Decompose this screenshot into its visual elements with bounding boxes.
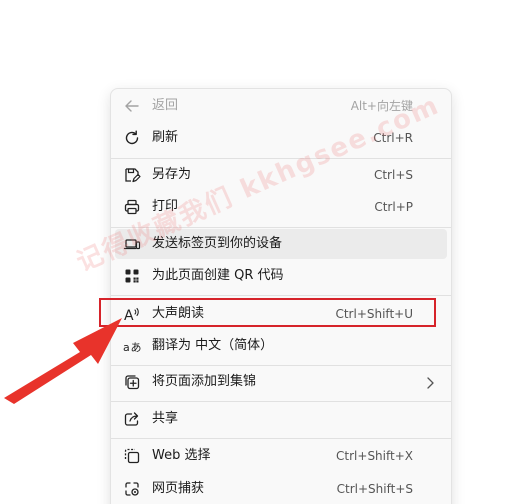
annotation-arrow-icon <box>4 318 122 404</box>
screenshot-stage: 返回 Alt+向左键 刷新 Ctrl+R 另存为 Ctrl+S 打印 Ctrl+… <box>0 0 529 504</box>
